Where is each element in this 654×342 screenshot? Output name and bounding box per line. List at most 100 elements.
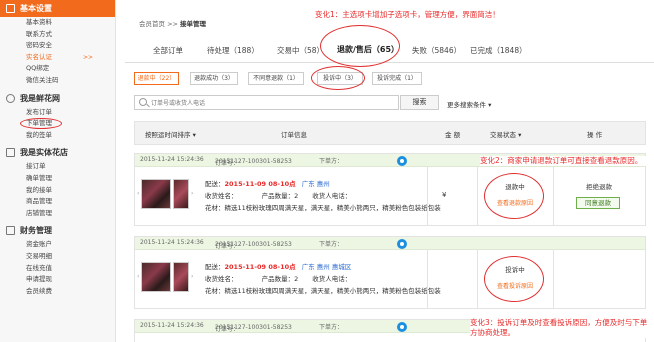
subtab-refund-success[interactable]: 退款成功（3）: [190, 72, 238, 85]
view-refund-reason-link[interactable]: 查看退款原因: [480, 198, 550, 207]
sidebar-item-renew[interactable]: 会员续费: [0, 286, 115, 298]
sidebar-item-recharge[interactable]: 在线充值: [0, 263, 115, 275]
sidebar-item-products[interactable]: 商品管理: [0, 196, 115, 208]
sidebar-section-finance[interactable]: 财务管理: [0, 222, 115, 239]
breadcrumb: 会员首页 >> 接单管理: [139, 18, 206, 28]
tab-all-orders[interactable]: 全部订单: [153, 45, 183, 56]
sidebar-item-label: 下单管理: [20, 118, 62, 130]
agree-refund-button[interactable]: 同意退款: [576, 197, 620, 209]
sidebar-item-shop-manage[interactable]: 店铺管理: [0, 208, 115, 220]
annotation-circle-status: [484, 256, 544, 302]
qq-chat-icon[interactable]: [397, 322, 407, 332]
sidebar-item-my-received[interactable]: 我的接单: [0, 185, 115, 197]
sidebar-item-funds[interactable]: 资金账户: [0, 239, 115, 251]
sidebar-item-order-manage[interactable]: 下单管理: [0, 118, 115, 130]
quantity-label: 产品数量：: [261, 275, 295, 283]
sidebar-section-basic[interactable]: 基本设置: [0, 0, 115, 17]
tab-failed[interactable]: 失败（5846）: [412, 45, 461, 56]
chevron-left-icon[interactable]: ‹: [137, 273, 139, 280]
sidebar-item-receive-order[interactable]: 接订单: [0, 161, 115, 173]
column-divider: [427, 250, 428, 308]
sidebar-section-physical-shop[interactable]: 我是实体花店: [0, 144, 115, 161]
search-field[interactable]: [134, 95, 399, 110]
breadcrumb-current: 接单管理: [180, 20, 207, 28]
product-image[interactable]: [141, 179, 171, 209]
column-divider: [553, 250, 554, 308]
qq-chat-icon[interactable]: [397, 239, 407, 249]
buyer-label: 下单方：: [319, 324, 344, 331]
sort-by-time[interactable]: 按照运时间排序 ▾: [145, 129, 196, 139]
sidebar: 基本设置 基本资料 联系方式 密码安全 实名认证 >> QQ绑定 微信关注码 我…: [0, 0, 116, 342]
order-status: 退款中: [505, 183, 525, 191]
sidebar-item-confirm-manage[interactable]: 确单管理: [0, 173, 115, 185]
globe-icon: [6, 93, 15, 103]
column-status[interactable]: 交易状态 ▾: [490, 129, 521, 139]
sidebar-item-publish-order[interactable]: 发布订单: [0, 107, 115, 119]
delivery-city: 广东 惠州 惠城区: [301, 263, 352, 271]
annotation-circle-tab: [320, 25, 400, 67]
phone-label: 收货人电话：: [312, 275, 352, 283]
recipient-line: 收货姓名： 产品数量：2 收货人电话：: [205, 273, 351, 283]
delivery-line: 配送：2015-11-09 08-10点 广东 惠州 惠城区: [205, 261, 351, 271]
shop-icon: [6, 148, 15, 158]
chevron-right-icon[interactable]: ›: [191, 273, 193, 280]
product-image[interactable]: [173, 262, 189, 292]
search-icon: [139, 98, 147, 106]
recipient-label: 收货姓名：: [205, 275, 238, 283]
reject-refund-link[interactable]: 拒绝退款: [555, 181, 643, 191]
sidebar-item-qq-bind[interactable]: QQ绑定: [0, 63, 115, 75]
flowers-description: 花材：精选11枝粉玫瑰四周满天星，满天星，精美小熊两只，精美粉色包装纸包装: [205, 204, 441, 212]
subtab-refunding[interactable]: 退款中（22）: [134, 72, 179, 85]
view-complaint-reason-link[interactable]: 查看投诉原因: [480, 281, 550, 290]
subtab-refund-rejected[interactable]: 不同意退款（1）: [248, 72, 304, 85]
search-button[interactable]: 搜索: [400, 95, 439, 110]
active-arrow-icon: >>: [82, 53, 93, 61]
sidebar-item-wechat[interactable]: 微信关注码: [0, 75, 115, 87]
sidebar-section-florist-network[interactable]: 我是鲜花网: [0, 90, 115, 107]
order-bar: 2015-11-24 15:24:36 订单号： 20151127-100301-…: [135, 237, 645, 250]
buyer-label: 下单方：: [319, 241, 344, 248]
tab-completed[interactable]: 已完成（1848）: [470, 45, 527, 56]
sidebar-item-label: 实名认证: [26, 52, 52, 61]
column-order-info: 订单信息: [281, 131, 307, 139]
annotation-circle-status: [484, 173, 544, 219]
column-operations: 操 作: [587, 131, 603, 139]
breadcrumb-home[interactable]: 会员首页: [139, 20, 165, 28]
breadcrumb-separator: >>: [165, 20, 181, 28]
sidebar-item-password[interactable]: 密码安全: [0, 40, 115, 52]
order-time: 2015-11-24 15:24:36: [140, 239, 204, 246]
tab-in-trade[interactable]: 交易中（58）: [277, 45, 324, 56]
sidebar-item-verification[interactable]: 实名认证 >>: [0, 52, 115, 64]
sidebar-item-profile[interactable]: 基本资料: [0, 17, 115, 29]
column-divider: [427, 167, 428, 225]
delivery-label: 配送：: [205, 180, 225, 188]
subtab-complaint-done[interactable]: 投诉完成（1）: [372, 72, 422, 85]
annotation-note-3: 变化3：投诉订单及时查看投诉原因，方便及时与下单方协商处理。: [470, 318, 652, 338]
delivery-time: 2015-11-09 08-10点: [224, 180, 296, 188]
quantity-value: 2: [294, 192, 299, 200]
order-time: 2015-11-24 15:24:36: [140, 322, 204, 329]
sidebar-section-title: 财务管理: [20, 226, 52, 236]
annotation-note-2: 变化2：商家申请退款订单可直接查看退款原因。: [480, 156, 650, 166]
sidebar-item-transactions[interactable]: 交易明细: [0, 251, 115, 263]
more-filters-link[interactable]: 更多搜索条件 ▾: [447, 99, 491, 109]
order-body: ‹ › 配送：2015-11-09 08-10点 广东 惠州 收货姓名： 产品数…: [135, 167, 645, 225]
product-image[interactable]: [141, 262, 171, 292]
sidebar-item-contact[interactable]: 联系方式: [0, 29, 115, 41]
sidebar-item-withdraw[interactable]: 申请提现: [0, 274, 115, 286]
delivery-city: 广东 惠州: [301, 180, 330, 188]
delivery-label: 配送：: [205, 263, 225, 271]
order-time: 2015-11-24 15:24:36: [140, 156, 204, 163]
tab-pending[interactable]: 待处理（188）: [207, 45, 259, 56]
flowers-description: 花材：精选11枝粉玫瑰四周满天星，满天星，精美小熊两只，精美粉色包装纸包装: [205, 287, 441, 295]
qq-chat-icon[interactable]: [397, 156, 407, 166]
table-header: 按照运时间排序 ▾ 订单信息 金 额 交易状态 ▾ 操 作: [134, 121, 646, 145]
product-image[interactable]: [173, 179, 189, 209]
sidebar-item-my-orders[interactable]: 我的签单: [0, 130, 115, 142]
chevron-right-icon[interactable]: ›: [191, 190, 193, 197]
column-divider: [553, 167, 554, 225]
order-number: 20151127-100301-58253: [215, 324, 292, 331]
search-input[interactable]: [151, 98, 391, 108]
chevron-left-icon[interactable]: ‹: [137, 190, 139, 197]
column-divider: [477, 167, 478, 225]
